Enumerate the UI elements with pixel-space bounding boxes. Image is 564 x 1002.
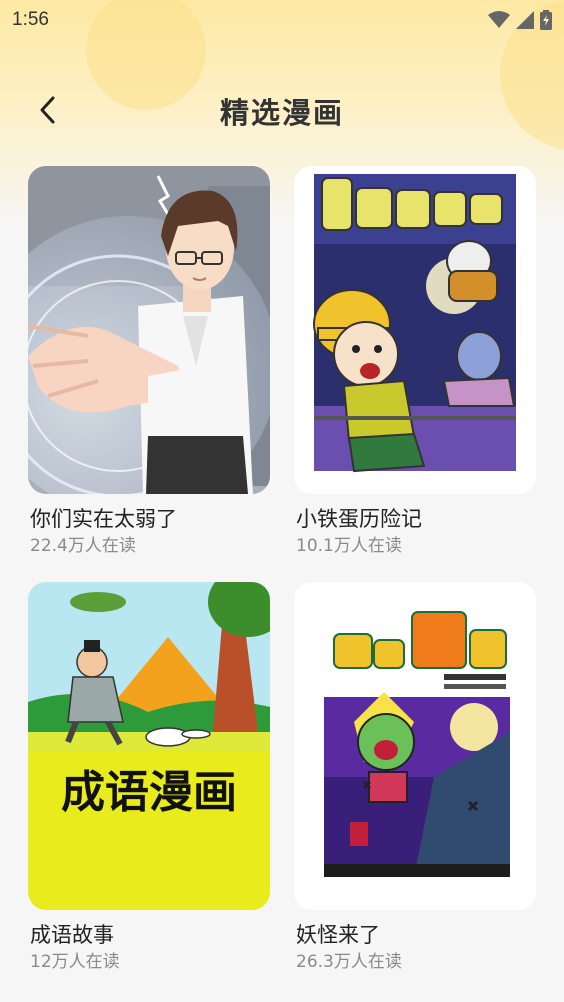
comic-card[interactable]: 妖怪来了 26.3万人在读 [294, 582, 536, 974]
wifi-icon [488, 11, 510, 29]
status-icons [488, 10, 552, 30]
comic-cover-image[interactable] [28, 166, 270, 494]
comic-title: 小铁蛋历险记 [296, 507, 422, 531]
comic-card[interactable]: 成语漫画 成语故事 12万人在读 [28, 582, 270, 974]
comic-readers-count: 10.1万人在读 [296, 536, 402, 556]
page-title: 精选漫画 [219, 96, 344, 130]
comic-cover-image[interactable] [294, 582, 536, 910]
status-time: 1:56 [12, 9, 49, 30]
comic-readers-count: 22.4万人在读 [30, 536, 136, 556]
comic-title: 成语故事 [30, 923, 114, 947]
status-bar: 1:56 [0, 0, 564, 40]
comic-readers-count: 26.3万人在读 [296, 952, 402, 972]
comic-card[interactable]: 你们实在太弱了 22.4万人在读 [28, 166, 270, 558]
battery-charging-icon [540, 10, 552, 30]
cellular-signal-icon [516, 11, 534, 29]
comic-title: 你们实在太弱了 [30, 507, 177, 531]
comic-cover-image[interactable] [294, 166, 536, 494]
cover-title-text: 成语漫画 [61, 767, 237, 818]
page-header: 精选漫画 [0, 80, 564, 140]
comic-title: 妖怪来了 [296, 923, 380, 947]
comic-card[interactable]: 小铁蛋历险记 10.1万人在读 [294, 166, 536, 558]
comic-cover-image[interactable]: 成语漫画 [28, 582, 270, 910]
comic-readers-count: 12万人在读 [30, 952, 120, 972]
